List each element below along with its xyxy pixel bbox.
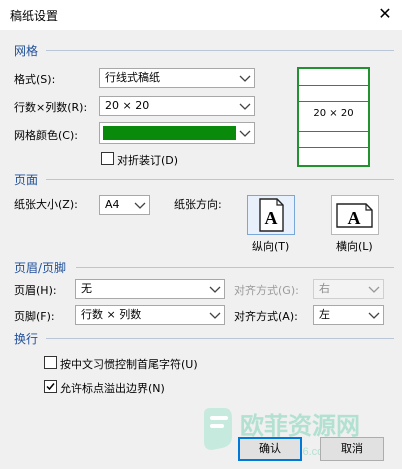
portrait-page-icon: A xyxy=(259,198,284,232)
paper-size-label: 纸张大小(Z): xyxy=(14,198,78,211)
chevron-down-icon xyxy=(209,280,221,298)
chevron-down-icon xyxy=(134,196,146,214)
format-select[interactable]: 行线式稿纸 xyxy=(99,68,255,88)
landscape-letter: A xyxy=(348,208,361,228)
chevron-down-icon xyxy=(239,97,251,115)
header-select-value: 无 xyxy=(81,282,92,295)
footer-align-label: 对齐方式(A): xyxy=(234,310,298,323)
footer-select-value: 行数 × 列数 xyxy=(81,308,142,321)
cancel-button[interactable]: 取消 xyxy=(320,437,384,461)
check-icon xyxy=(46,383,55,391)
grid-preview-line xyxy=(299,85,368,86)
close-button[interactable]: ✕ xyxy=(374,3,396,25)
header-footer-section-divider xyxy=(76,267,394,268)
cjk-line-break-label: 按中文习惯控制首尾字符(U) xyxy=(60,358,198,371)
grid-section-divider xyxy=(46,50,394,51)
header-align-select-value: 右 xyxy=(319,282,330,295)
orientation-label: 纸张方向: xyxy=(174,198,222,211)
footer-label: 页脚(F): xyxy=(14,310,55,323)
portrait-option[interactable]: A xyxy=(247,195,295,235)
header-label: 页眉(H): xyxy=(14,284,57,297)
portrait-label[interactable]: 纵向(T) xyxy=(252,238,289,254)
watermark-text: 欧菲资源网 xyxy=(240,412,360,440)
header-footer-section-title: 页眉/页脚 xyxy=(14,261,67,275)
grid-section-title: 网格 xyxy=(14,44,39,58)
chevron-down-icon xyxy=(239,69,251,87)
rows-cols-select[interactable]: 20 × 20 xyxy=(99,96,255,116)
rows-cols-label: 行数×列数(R): xyxy=(14,101,88,114)
chevron-down-icon xyxy=(209,306,221,324)
wrap-section-title: 换行 xyxy=(14,332,39,346)
chevron-down-icon xyxy=(239,123,251,143)
chevron-down-icon xyxy=(368,280,380,298)
grid-preview-line xyxy=(299,101,368,102)
page-setup-dialog: 稿纸设置 ✕ 网格 格式(S): 行线式稿纸 行数×列数(R): 20 × 20… xyxy=(0,0,402,469)
rows-cols-select-value: 20 × 20 xyxy=(105,99,150,112)
grid-preview-label: 20 × 20 xyxy=(313,108,354,119)
paper-size-select-value: A4 xyxy=(105,198,120,211)
grid-preview-line xyxy=(299,131,368,132)
header-select[interactable]: 无 xyxy=(75,279,225,299)
landscape-page-icon: A xyxy=(336,203,373,228)
page-section-divider xyxy=(46,179,394,180)
fold-binding-checkbox[interactable] xyxy=(101,152,114,165)
grid-color-label: 网格颜色(C): xyxy=(14,129,78,142)
title-bar: 稿纸设置 ✕ xyxy=(0,0,402,30)
landscape-option[interactable]: A xyxy=(331,195,379,235)
grid-color-swatch xyxy=(103,126,236,140)
header-align-select[interactable]: 右 xyxy=(313,279,384,299)
format-label: 格式(S): xyxy=(14,73,56,86)
page-section-title: 页面 xyxy=(14,173,39,187)
ok-button[interactable]: 确认 xyxy=(238,437,302,461)
chevron-down-icon xyxy=(368,306,380,324)
footer-align-select[interactable]: 左 xyxy=(313,305,384,325)
portrait-letter: A xyxy=(265,208,278,228)
grid-preview: 20 × 20 xyxy=(297,67,370,167)
grid-preview-line xyxy=(299,147,368,148)
hanging-punctuation-checkbox[interactable] xyxy=(44,380,57,393)
close-icon: ✕ xyxy=(378,4,392,23)
paper-size-select[interactable]: A4 xyxy=(99,195,150,215)
grid-color-picker[interactable] xyxy=(99,122,255,144)
fold-binding-label: 对折装订(D) xyxy=(117,154,179,167)
format-select-value: 行线式稿纸 xyxy=(105,71,160,84)
wrap-section-divider xyxy=(46,338,394,339)
footer-align-select-value: 左 xyxy=(319,308,330,321)
cjk-line-break-checkbox[interactable] xyxy=(44,356,57,369)
header-align-label: 对齐方式(G): xyxy=(234,284,299,297)
footer-select[interactable]: 行数 × 列数 xyxy=(75,305,225,325)
dialog-title: 稿纸设置 xyxy=(10,9,59,23)
hanging-punctuation-label: 允许标点溢出边界(N) xyxy=(60,382,165,395)
landscape-label[interactable]: 横向(L) xyxy=(336,238,373,254)
